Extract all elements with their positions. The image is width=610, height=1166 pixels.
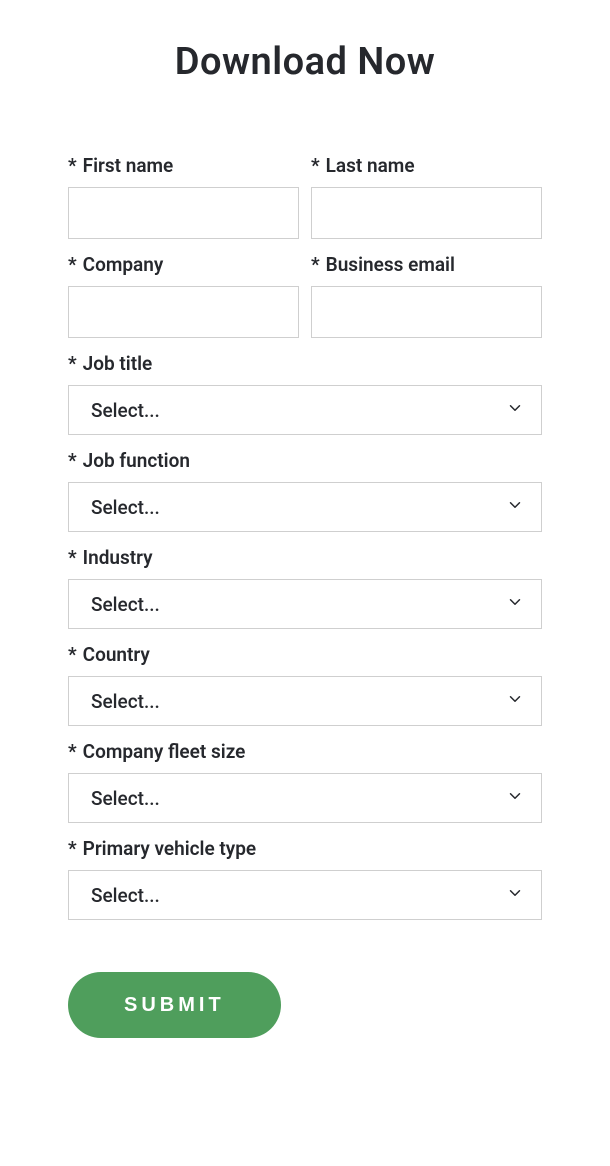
field-job-title: * Job title Select...	[68, 352, 542, 435]
first-name-input[interactable]	[68, 187, 299, 239]
required-marker: *	[68, 154, 77, 177]
select-wrap-industry: Select...	[68, 579, 542, 629]
field-industry: * Industry Select...	[68, 546, 542, 629]
label-job-title: * Job title	[68, 352, 542, 375]
select-wrap-job-title: Select...	[68, 385, 542, 435]
required-marker: *	[311, 154, 320, 177]
required-marker: *	[68, 643, 77, 666]
vehicle-type-selected: Select...	[91, 884, 160, 907]
job-function-select[interactable]: Select...	[68, 482, 542, 532]
required-marker: *	[68, 253, 77, 276]
label-first-name-text: First name	[83, 154, 174, 177]
label-email-text: Business email	[326, 253, 455, 276]
field-first-name: * First name	[68, 154, 299, 239]
business-email-input[interactable]	[311, 286, 542, 338]
last-name-input[interactable]	[311, 187, 542, 239]
label-email: * Business email	[311, 253, 542, 276]
label-last-name-text: Last name	[326, 154, 415, 177]
job-function-selected: Select...	[91, 496, 160, 519]
label-job-title-text: Job title	[83, 352, 153, 375]
industry-select[interactable]: Select...	[68, 579, 542, 629]
row-company-email: * Company * Business email	[68, 253, 542, 352]
label-vehicle-type: * Primary vehicle type	[68, 837, 542, 860]
vehicle-type-select[interactable]: Select...	[68, 870, 542, 920]
label-job-function: * Job function	[68, 449, 542, 472]
select-wrap-fleet-size: Select...	[68, 773, 542, 823]
select-wrap-vehicle-type: Select...	[68, 870, 542, 920]
field-last-name: * Last name	[311, 154, 542, 239]
label-company: * Company	[68, 253, 299, 276]
field-vehicle-type: * Primary vehicle type Select...	[68, 837, 542, 920]
company-input[interactable]	[68, 286, 299, 338]
row-name: * First name * Last name	[68, 154, 542, 253]
field-company: * Company	[68, 253, 299, 338]
label-country-text: Country	[83, 643, 150, 666]
label-industry: * Industry	[68, 546, 542, 569]
page-title: Download Now	[68, 40, 542, 84]
fleet-size-select[interactable]: Select...	[68, 773, 542, 823]
required-marker: *	[311, 253, 320, 276]
country-selected: Select...	[91, 690, 160, 713]
label-fleet-size: * Company fleet size	[68, 740, 542, 763]
label-last-name: * Last name	[311, 154, 542, 177]
select-wrap-job-function: Select...	[68, 482, 542, 532]
industry-selected: Select...	[91, 593, 160, 616]
download-form-page: Download Now * First name * Last name * …	[0, 0, 610, 1166]
select-wrap-country: Select...	[68, 676, 542, 726]
country-select[interactable]: Select...	[68, 676, 542, 726]
label-vehicle-type-text: Primary vehicle type	[83, 837, 257, 860]
required-marker: *	[68, 352, 77, 375]
required-marker: *	[68, 546, 77, 569]
label-job-function-text: Job function	[83, 449, 190, 472]
required-marker: *	[68, 740, 77, 763]
field-fleet-size: * Company fleet size Select...	[68, 740, 542, 823]
label-fleet-size-text: Company fleet size	[83, 740, 246, 763]
field-email: * Business email	[311, 253, 542, 338]
job-title-select[interactable]: Select...	[68, 385, 542, 435]
label-country: * Country	[68, 643, 542, 666]
required-marker: *	[68, 837, 77, 860]
field-job-function: * Job function Select...	[68, 449, 542, 532]
job-title-selected: Select...	[91, 399, 160, 422]
field-country: * Country Select...	[68, 643, 542, 726]
fleet-size-selected: Select...	[91, 787, 160, 810]
required-marker: *	[68, 449, 77, 472]
label-industry-text: Industry	[83, 546, 153, 569]
submit-button[interactable]: SUBMIT	[68, 972, 281, 1038]
label-company-text: Company	[83, 253, 164, 276]
label-first-name: * First name	[68, 154, 299, 177]
